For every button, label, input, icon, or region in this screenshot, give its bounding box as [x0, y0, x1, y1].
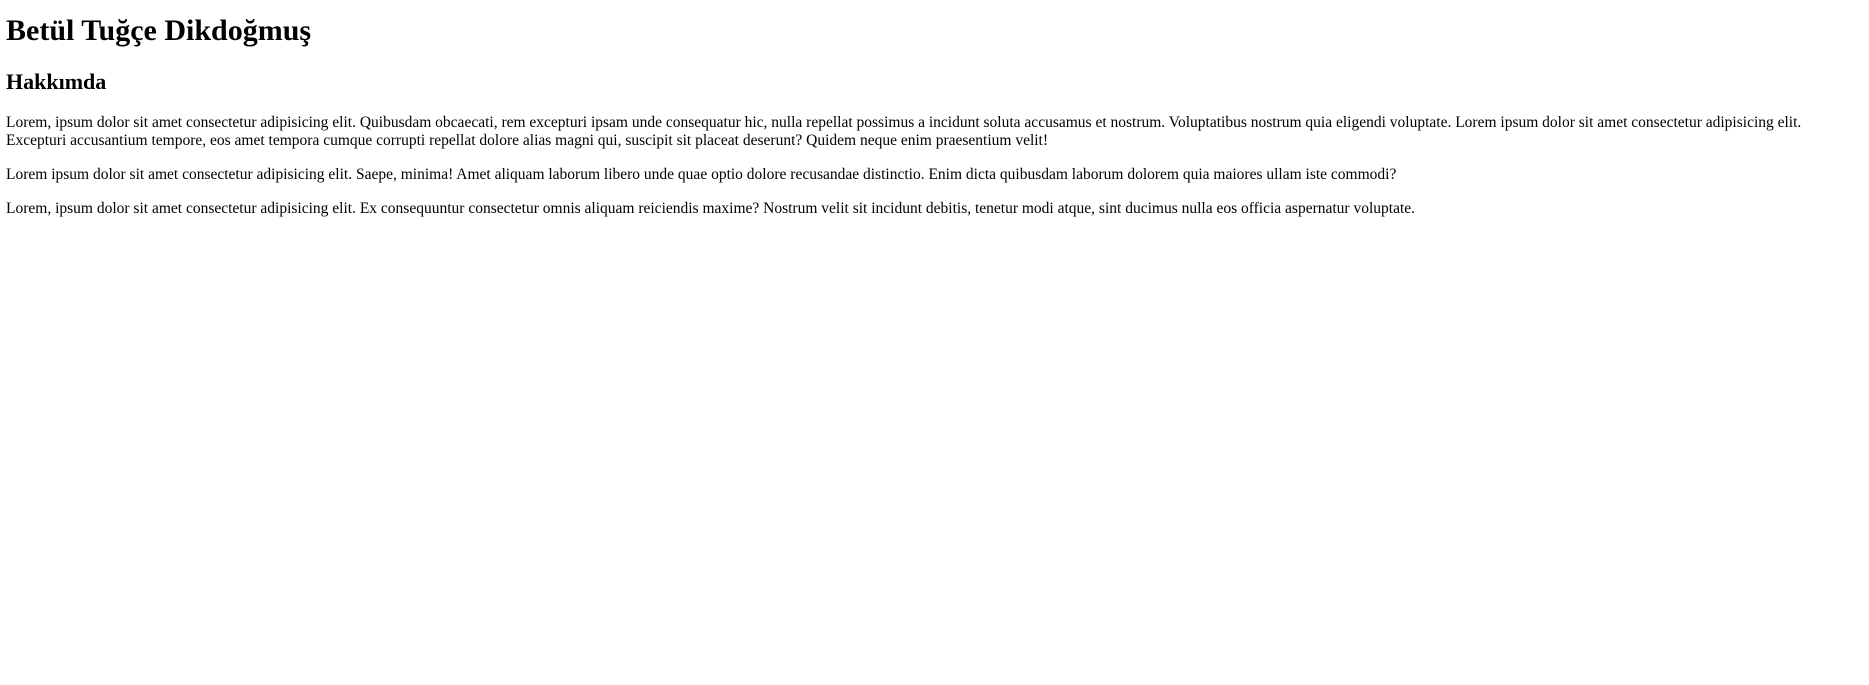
about-paragraph-1: Lorem, ipsum dolor sit amet consectetur …	[6, 114, 1802, 149]
page: Betül Tuğçe Dikdoğmuş Hakkımda Lorem, ip…	[0, 12, 1869, 218]
about-paragraph-3: Lorem, ipsum dolor sit amet consectetur …	[6, 200, 1416, 217]
about-heading: Hakkımda	[6, 69, 107, 94]
page-title: Betül Tuğçe Dikdoğmuş	[6, 14, 312, 47]
about-paragraph-2: Lorem ipsum dolor sit amet consectetur a…	[6, 166, 1397, 183]
